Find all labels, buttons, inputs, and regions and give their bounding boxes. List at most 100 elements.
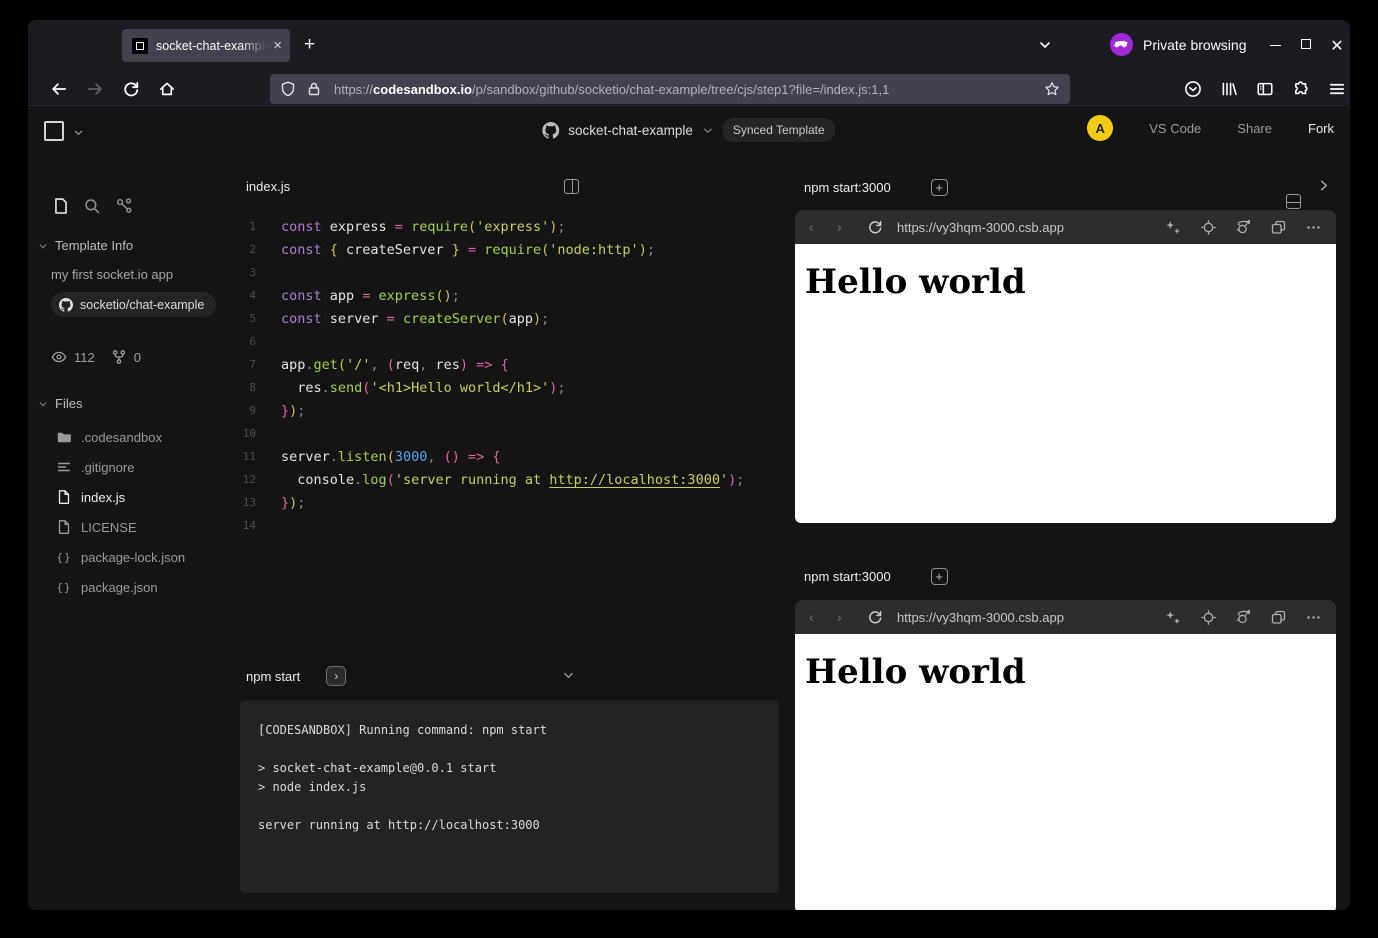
more-options-icon[interactable] [1305,219,1322,236]
navbar: https://codesandbox.io/p/sandbox/github/… [28,70,1350,108]
terminal-panel[interactable]: [CODESANDBOX] Running command: npm start… [240,700,779,893]
more-options-icon[interactable] [1305,609,1322,626]
browser-window: socket-chat-example - Co × + Private bro… [28,20,1350,910]
preview2-body: Hello world [795,634,1336,910]
window-minimize-button[interactable] [1266,36,1284,52]
preview1-url[interactable]: https://vy3hqm-3000.csb.app [897,220,1165,235]
duplicate-window-icon[interactable] [1270,609,1287,626]
inspect-icon[interactable] [1235,219,1252,236]
file-icon [56,519,72,535]
bookmark-star-icon[interactable] [1044,81,1060,97]
files-section[interactable]: Files [38,396,82,411]
devtools-icon[interactable] [115,197,133,215]
sparkles-icon[interactable] [1165,219,1182,236]
preview-back-icon[interactable]: ‹ [809,609,825,625]
lock-icon[interactable] [306,81,322,97]
home-button[interactable] [158,80,176,98]
tab-title: socket-chat-example - Co [156,39,269,53]
file-item-gitignore[interactable]: .gitignore [28,452,240,482]
avatar[interactable]: A [1087,115,1113,141]
project-name: socket-chat-example [568,123,693,138]
back-button[interactable] [50,80,68,98]
synced-template-badge: Synced Template [722,118,836,142]
list-tabs-chevron-icon[interactable] [1038,38,1052,52]
forks-stat: 0 [111,349,141,365]
panel-chevron-right-icon[interactable] [1316,178,1331,193]
editor-tab-indexjs[interactable]: index.js [246,179,290,194]
terminal-collapse-chevron-icon[interactable] [562,669,575,682]
preview1-tab[interactable]: npm start:3000 [804,180,891,195]
file-icon [56,489,72,505]
extensions-icon[interactable] [1292,80,1310,98]
url-bar[interactable]: https://codesandbox.io/p/sandbox/github/… [270,74,1070,104]
file-item-package[interactable]: {}package.json [28,572,240,602]
preview-forward-icon[interactable]: › [837,219,853,235]
template-info-label: Template Info [55,238,133,253]
file-item-indexjs[interactable]: index.js [28,482,240,512]
preview1-toolbar: ‹ › https://vy3hqm-3000.csb.app [795,210,1336,244]
template-title: my first socket.io app [51,267,173,282]
codesandbox-page: socket-chat-example Synced Template A VS… [28,109,1350,910]
add-devtool-icon[interactable]: + [931,179,948,196]
sparkles-icon[interactable] [1165,609,1182,626]
preview-refresh-icon[interactable] [867,219,883,235]
preview-back-icon[interactable]: ‹ [809,219,825,235]
split-editor-icon[interactable] [564,179,579,194]
braces-icon: {} [56,579,72,595]
preview-refresh-icon[interactable] [867,609,883,625]
explorer-icon[interactable] [52,197,70,215]
file-item-license[interactable]: LICENSE [28,512,240,542]
add-devtool-icon[interactable]: + [931,568,948,585]
files-label: Files [55,396,82,411]
window-maximize-button[interactable] [1297,36,1315,52]
project-menu[interactable]: socket-chat-example Synced Template [542,118,835,142]
preview1-heading: Hello world [805,262,1336,302]
template-info-section[interactable]: Template Info [38,238,133,253]
titlebar: socket-chat-example - Co × + Private bro… [28,20,1350,70]
shield-icon[interactable] [280,81,296,97]
inspect-icon[interactable] [1235,609,1252,626]
braces-icon: {} [56,549,72,565]
forward-button[interactable] [86,80,104,98]
tab-close-icon[interactable]: × [273,38,282,53]
github-icon [59,298,73,312]
project-chevron-icon [702,125,713,136]
repo-link[interactable]: socketio/chat-example [51,292,216,317]
crosshair-icon[interactable] [1200,219,1217,236]
terminal-output: [CODESANDBOX] Running command: npm start… [240,700,779,856]
code-lines[interactable]: 1const express = require('express');2con… [240,215,792,537]
pocket-icon[interactable] [1184,80,1202,98]
file-item-package-lock[interactable]: {}package-lock.json [28,542,240,572]
file-item-codesandbox[interactable]: .codesandbox [28,422,240,452]
menu-icon[interactable] [1328,80,1346,98]
new-tab-button[interactable]: + [304,35,315,54]
layout-rows-icon[interactable] [1286,194,1301,209]
terminal-tab[interactable]: npm start › [246,666,346,686]
window-close-button[interactable]: ✕ [1328,36,1346,56]
preview2-tab[interactable]: npm start:3000 [804,569,891,584]
fork-button[interactable]: Fork [1308,121,1334,136]
terminal-tab-label: npm start [246,669,300,684]
lines-icon [56,459,72,475]
browser-tab[interactable]: socket-chat-example - Co × [122,29,290,62]
private-mask-icon [1110,33,1133,56]
crosshair-icon[interactable] [1200,609,1217,626]
vscode-button[interactable]: VS Code [1149,121,1201,136]
preview2-url[interactable]: https://vy3hqm-3000.csb.app [897,610,1165,625]
share-button[interactable]: Share [1237,121,1272,136]
codesandbox-logo[interactable] [44,121,64,141]
preview-forward-icon[interactable]: › [837,609,853,625]
library-icon[interactable] [1220,80,1238,98]
sidebar-toggle-icon[interactable] [1256,80,1274,98]
repo-name: socketio/chat-example [80,298,204,312]
workspace-chevron-icon[interactable] [73,127,84,138]
codesandbox-favicon-icon [132,38,148,54]
folder-icon [56,429,72,445]
reload-button[interactable] [122,80,140,98]
terminal-icon: › [326,666,346,686]
private-browsing-label: Private browsing [1143,37,1247,53]
preview1-body: Hello world [795,244,1336,523]
search-icon[interactable] [83,197,101,215]
url-text: https://codesandbox.io/p/sandbox/github/… [334,82,1036,97]
duplicate-window-icon[interactable] [1270,219,1287,236]
